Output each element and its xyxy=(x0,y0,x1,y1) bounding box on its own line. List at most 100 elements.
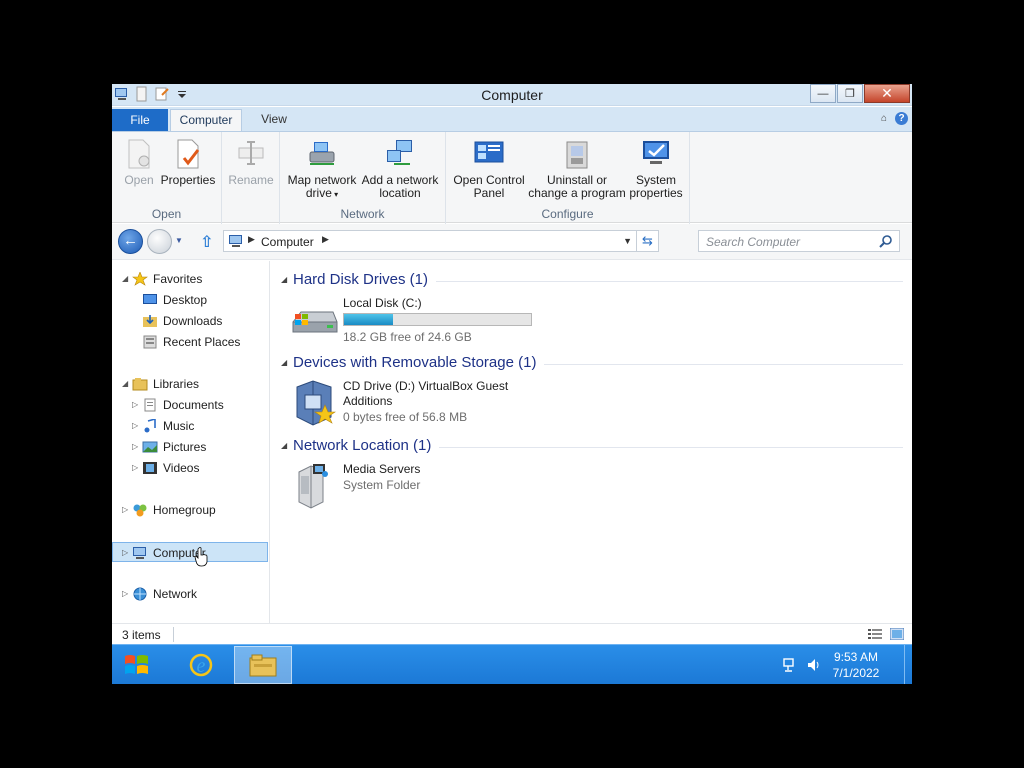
back-button[interactable]: ← xyxy=(118,229,143,254)
collapse-arrow-icon[interactable]: ◢ xyxy=(281,358,287,367)
taskbar-internet-explorer[interactable]: e xyxy=(172,646,230,684)
search-icon[interactable] xyxy=(879,234,893,248)
nav-item-favorites[interactable]: ◢ Favorites xyxy=(112,269,268,289)
list-item[interactable]: Local Disk (C:) 18.2 GB free of 24.6 GB xyxy=(289,296,549,344)
group-header-removable-storage[interactable]: ◢ Devices with Removable Storage (1) xyxy=(281,354,903,374)
nav-label: Recent Places xyxy=(163,335,241,349)
expand-arrow-icon[interactable]: ▷ xyxy=(122,500,128,520)
media-server-icon xyxy=(298,464,328,509)
control-panel-icon xyxy=(474,141,504,163)
taskbar-file-explorer[interactable] xyxy=(234,646,292,684)
documents-icon xyxy=(144,398,156,412)
breadcrumb-chevron-icon[interactable]: ▶ xyxy=(248,234,255,245)
volume-icon[interactable] xyxy=(806,657,822,673)
expand-arrow-icon[interactable]: ▷ xyxy=(132,395,138,415)
network-icon xyxy=(133,587,147,601)
minimize-button[interactable]: — xyxy=(810,84,836,103)
expand-arrow-icon[interactable]: ▷ xyxy=(132,458,138,478)
group-header-hard-disk-drives[interactable]: ◢ Hard Disk Drives (1) xyxy=(281,271,903,291)
expand-arrow-icon[interactable]: ▷ xyxy=(132,416,138,436)
network-status-icon[interactable] xyxy=(782,657,798,673)
expand-arrow-icon[interactable]: ▷ xyxy=(122,584,128,604)
hard-drive-icon xyxy=(292,311,338,333)
nav-item-computer[interactable]: ▷ Computer xyxy=(112,542,268,562)
system-properties-button[interactable]: System properties xyxy=(626,138,686,200)
nav-item-downloads[interactable]: Downloads xyxy=(112,311,268,331)
nav-item-music[interactable]: ▷ Music xyxy=(112,416,268,436)
network-location-icon xyxy=(387,140,412,165)
system-label-2: properties xyxy=(629,186,683,200)
open-button[interactable]: Open xyxy=(122,138,156,187)
collapse-arrow-icon[interactable]: ◢ xyxy=(281,441,287,450)
nav-label: Desktop xyxy=(163,293,208,307)
forward-button[interactable] xyxy=(147,229,172,254)
breadcrumb-computer[interactable]: Computer xyxy=(261,235,314,249)
maximize-button[interactable]: ❐ xyxy=(837,84,863,103)
properties-label: Properties xyxy=(160,173,216,187)
clock-date: 7/1/2022 xyxy=(832,666,880,680)
nav-item-videos[interactable]: ▷ Videos xyxy=(112,458,268,478)
add-network-location-button[interactable]: Add a network location xyxy=(360,138,440,200)
group-title: Network Location (1) xyxy=(293,437,440,454)
help-icon[interactable]: ? xyxy=(895,112,908,125)
properties-button[interactable]: Properties xyxy=(160,138,216,187)
large-icons-view-icon[interactable] xyxy=(890,628,904,640)
nav-item-documents[interactable]: ▷ Documents xyxy=(112,395,268,415)
nav-item-libraries[interactable]: ◢ Libraries xyxy=(112,374,268,394)
recent-places-icon xyxy=(143,335,157,349)
tab-file[interactable]: File xyxy=(112,109,168,131)
clock-time: 9:53 AM xyxy=(833,650,879,664)
breadcrumb-chevron-icon[interactable]: ▶ xyxy=(322,234,329,245)
ribbon-group-network: Map network drive ▾ Add a network locati… xyxy=(280,132,446,224)
title-bar[interactable]: Computer — ❐ ✕ xyxy=(112,84,912,106)
collapse-arrow-icon[interactable]: ◢ xyxy=(122,269,128,289)
desktop-icon xyxy=(143,294,157,304)
list-item[interactable]: CD Drive (D:) VirtualBox Guest Additions… xyxy=(289,379,549,429)
show-desktop-button[interactable] xyxy=(904,645,912,684)
nav-label: Network xyxy=(153,587,198,601)
open-control-panel-button[interactable]: Open Control Panel xyxy=(450,138,528,200)
clock[interactable]: 9:53 AM 7/1/2022 xyxy=(826,649,886,681)
search-box[interactable]: Search Computer xyxy=(698,230,900,252)
add-location-label-1: Add a network xyxy=(361,173,439,187)
nav-label: Favorites xyxy=(153,272,203,286)
internet-explorer-icon: e xyxy=(189,653,213,677)
content-pane: ◢ Hard Disk Drives (1) Local Disk (C:) 1… xyxy=(271,261,912,623)
up-arrow-icon[interactable]: ⇧ xyxy=(200,232,213,252)
group-title: Hard Disk Drives (1) xyxy=(293,271,437,288)
address-bar[interactable]: ▶ Computer ▶ ▼ ⇆ xyxy=(223,230,659,252)
uninstall-program-button[interactable]: Uninstall or change a program xyxy=(528,138,626,200)
close-button[interactable]: ✕ xyxy=(864,84,910,103)
group-header-network-location[interactable]: ◢ Network Location (1) xyxy=(281,437,903,457)
search-input[interactable]: Search Computer xyxy=(706,235,800,249)
nav-item-network[interactable]: ▷ Network xyxy=(112,584,268,604)
nav-item-pictures[interactable]: ▷ Pictures xyxy=(112,437,268,457)
address-dropdown-icon[interactable]: ▼ xyxy=(623,236,632,246)
add-location-label-2: location xyxy=(379,186,421,200)
refresh-icon[interactable]: ⇆ xyxy=(636,231,658,251)
explorer-screen: Computer — ❐ ✕ File Computer View ⌂ ? Op… xyxy=(112,84,912,684)
details-view-icon[interactable] xyxy=(868,628,882,640)
recent-locations-dropdown-icon[interactable]: ▼ xyxy=(175,236,183,245)
ribbon-tab-icons: ⌂ ? xyxy=(881,112,908,125)
windows-start-icon[interactable] xyxy=(122,651,152,679)
collapse-arrow-icon[interactable]: ◢ xyxy=(122,374,128,394)
tab-view[interactable]: View xyxy=(252,109,296,131)
nav-item-desktop[interactable]: Desktop xyxy=(112,290,268,310)
map-network-drive-button[interactable]: Map network drive ▾ xyxy=(286,138,358,201)
file-explorer-icon xyxy=(249,654,277,677)
rename-button[interactable]: Rename xyxy=(228,138,274,187)
tab-computer[interactable]: Computer xyxy=(170,109,242,131)
nav-item-homegroup[interactable]: ▷ Homegroup xyxy=(112,500,268,520)
minimize-ribbon-icon[interactable]: ⌂ xyxy=(881,112,887,125)
disk-usage-bar xyxy=(343,313,532,326)
expand-arrow-icon[interactable]: ▷ xyxy=(132,437,138,457)
ribbon-group-open-label: Open xyxy=(151,207,182,221)
uninstall-label-1: Uninstall or xyxy=(546,173,608,187)
nav-item-recent-places[interactable]: Recent Places xyxy=(112,332,268,352)
expand-arrow-icon[interactable]: ▷ xyxy=(122,543,128,563)
list-item[interactable]: Media Servers System Folder xyxy=(289,462,549,512)
collapse-arrow-icon[interactable]: ◢ xyxy=(281,275,287,284)
window-title: Computer xyxy=(481,87,543,103)
nav-label: Videos xyxy=(163,461,200,475)
